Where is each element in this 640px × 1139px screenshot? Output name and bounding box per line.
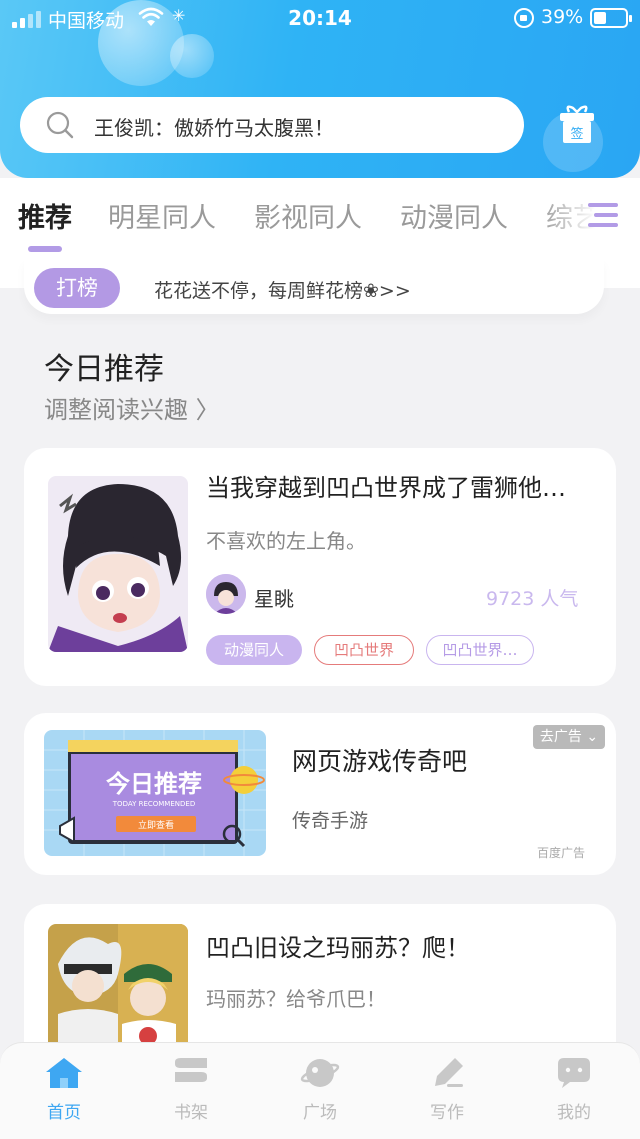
search-placeholder: 王俊凯：傲娇竹马太腹黑！ [94,116,334,140]
tag-chip[interactable]: 凹凸世界… [426,635,534,665]
gift-label: 签 [570,126,583,142]
book-title[interactable]: 凹凸旧设之玛丽苏？爬！ [206,928,470,963]
tab-active-indicator [28,246,62,252]
book-description: 玛丽苏？给爷爪巴！ [206,987,386,1011]
decorative-bubble [170,34,214,78]
section-title: 今日推荐 [44,352,164,387]
menu-icon[interactable] [586,200,620,230]
nav-label: 书架 [174,1103,208,1123]
banner-title: 今日推荐 [106,770,202,798]
banner-subtitle: TODAY RECOMMENDED [112,800,195,808]
rotation-lock-icon [514,8,534,28]
nav-home[interactable]: 首页 [24,1056,104,1123]
book-title[interactable]: 当我穿越到凹凸世界成了雷狮他… [206,468,566,503]
ad-title[interactable]: 网页游戏传奇吧 [292,742,467,778]
tab-film-fanfic[interactable]: 影视同人 [254,196,362,235]
planet-icon [300,1059,340,1087]
remove-ad-button[interactable]: 去广告 ⌄ [533,725,605,749]
nav-write[interactable]: 写作 [407,1056,487,1123]
search-bar[interactable]: 王俊凯：傲娇竹马太腹黑！ [20,97,524,153]
popularity-count: 9723 人气 [486,588,579,610]
tab-anime-fanfic[interactable]: 动漫同人 [400,196,508,235]
battery-icon [590,8,632,28]
nav-square[interactable]: 广场 [280,1056,360,1123]
status-bar: 中国移动 ✳ 20:14 39% [0,0,640,36]
rank-button[interactable]: 打榜 [34,268,120,308]
book-description: 不喜欢的左上角。 [206,529,366,553]
pen-icon [435,1058,463,1087]
notice-text[interactable]: 花花送不停，每周鲜花榜❀>> [154,276,411,303]
nav-label: 我的 [557,1103,591,1123]
book-cover[interactable] [48,476,188,652]
home-icon [46,1058,82,1088]
ad-banner-image[interactable]: 今日推荐 TODAY RECOMMENDED 立即查看 [44,730,266,856]
avatar[interactable] [206,574,246,614]
tab-recommend[interactable]: 推荐 [18,196,72,235]
tab-celebrity-fanfic[interactable]: 明星同人 [108,196,216,235]
nav-mine[interactable]: 我的 [534,1056,614,1123]
nav-label: 首页 [47,1103,81,1123]
tag-chip[interactable]: 凹凸世界 [314,635,414,665]
tag-chip[interactable]: 动漫同人 [206,635,302,665]
adjust-interest-link[interactable]: 调整阅读兴趣 〉 [44,390,220,425]
nav-bookshelf[interactable]: 书架 [151,1056,231,1123]
author-name[interactable]: 星眺 [254,583,294,612]
banner-button: 立即查看 [138,819,174,831]
bookshelf-icon [175,1058,207,1082]
chat-bubble-icon [558,1058,590,1088]
search-icon [46,111,74,139]
ad-subtitle: 传奇手游 [292,810,369,832]
battery-percent: 39% [541,6,584,28]
checkin-gift-icon[interactable]: 签 [557,104,597,146]
ad-source: 百度广告 [537,846,586,860]
nav-label: 广场 [303,1103,337,1123]
nav-label: 写作 [430,1103,464,1123]
